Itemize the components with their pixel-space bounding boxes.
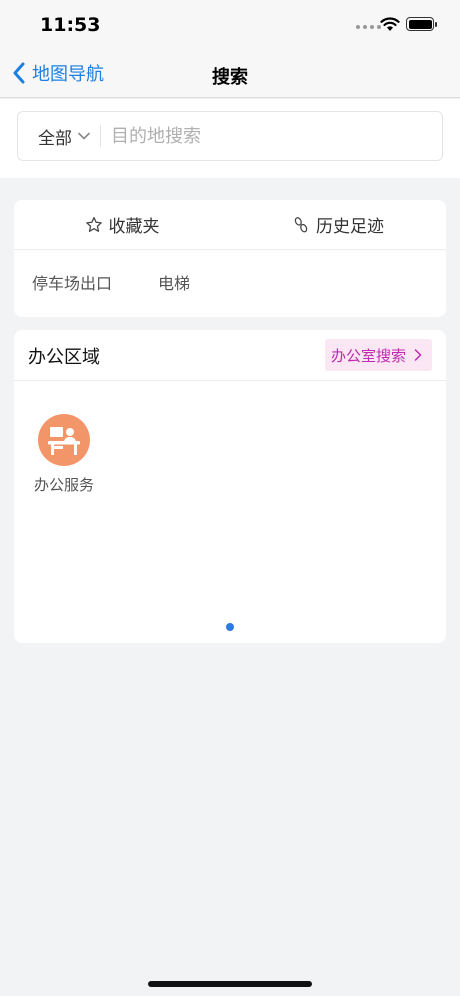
- office-service-label: 办公服务: [33, 476, 94, 494]
- nav-bar: 地图导航 搜索: [0, 50, 460, 98]
- search-area: 全部: [0, 99, 460, 178]
- office-area-title: 办公区域: [28, 347, 100, 368]
- scope-label: 全部: [38, 128, 72, 149]
- page-title: 搜索: [212, 67, 248, 88]
- scope-divider: [100, 125, 101, 147]
- quick-links-card: 收藏夹 历史足迹 停车场出口 电梯: [14, 200, 446, 317]
- office-area-header: 办公区域 办公室搜索: [14, 330, 446, 381]
- chevron-down-icon: [78, 132, 90, 140]
- home-indicator: [148, 981, 312, 987]
- office-search-button[interactable]: 办公室搜索: [324, 339, 432, 371]
- favorites-button[interactable]: 收藏夹: [14, 200, 230, 249]
- status-bar: 11:53: [0, 0, 460, 50]
- page-indicator-dot: [226, 623, 234, 631]
- destination-search-input[interactable]: [111, 125, 411, 147]
- chevron-right-icon: [414, 349, 422, 361]
- quick-tags-row: 停车场出口 电梯: [14, 250, 446, 294]
- office-service-item[interactable]: 办公服务: [32, 414, 96, 495]
- cellular-signal-icon: [356, 25, 381, 29]
- quick-links-row: 收藏夹 历史足迹: [14, 200, 446, 250]
- tag-parking-exit[interactable]: 停车场出口: [32, 270, 112, 294]
- screen: 11:53 地图导航 搜索 全部 目的地搜索 收藏夹 历史足迹 停车场出口 电梯…: [0, 0, 460, 996]
- office-search-label: 办公室搜索: [330, 346, 406, 365]
- scope-dropdown[interactable]: 全部: [18, 112, 100, 160]
- status-time: 11:53: [40, 14, 101, 36]
- favorites-label: 收藏夹: [108, 217, 160, 237]
- history-label: 历史足迹: [316, 217, 384, 237]
- tag-elevator[interactable]: 电梯: [158, 270, 190, 294]
- wifi-icon: [380, 17, 400, 31]
- star-icon: [85, 216, 102, 232]
- office-area-card: 办公区域 办公室搜索 办公服务: [14, 330, 446, 643]
- history-button[interactable]: 历史足迹: [230, 200, 446, 249]
- desk-person-icon: [38, 414, 90, 466]
- search-box: 全部: [17, 111, 443, 161]
- battery-icon: [406, 17, 437, 31]
- footprint-icon: [294, 216, 308, 232]
